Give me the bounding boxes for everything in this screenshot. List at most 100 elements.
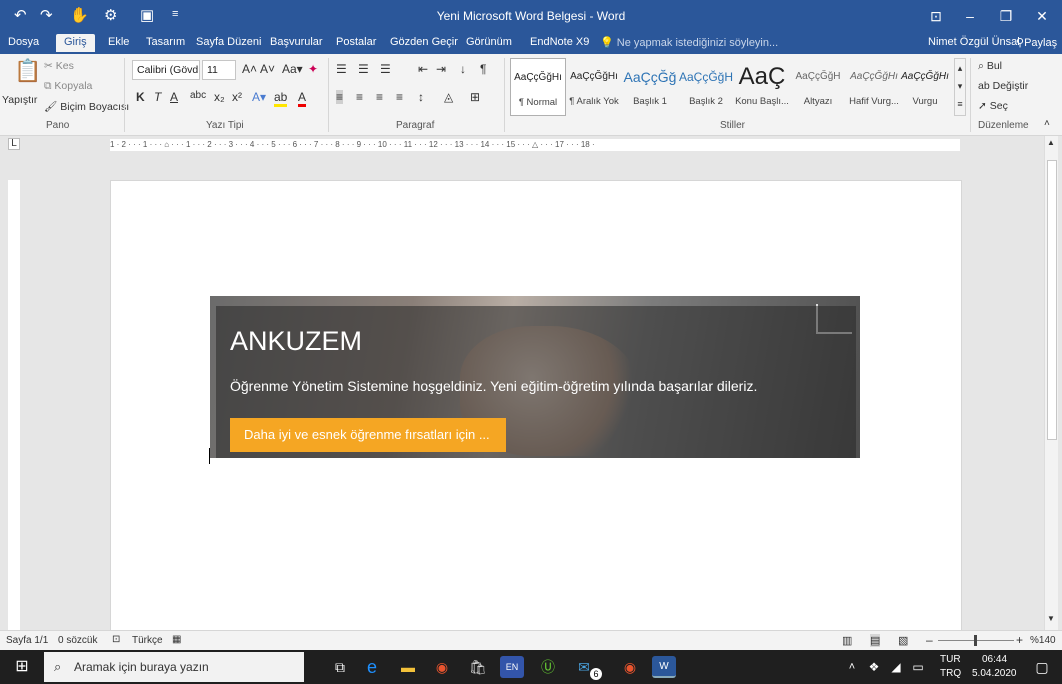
style-heading-1[interactable]: AaÇçĞğ Başlık 1: [622, 58, 678, 116]
line-spacing-icon[interactable]: ↕: [418, 90, 424, 104]
tab-view[interactable]: Görünüm: [466, 36, 512, 48]
word-count[interactable]: 0 sözcük: [58, 635, 97, 646]
replace-button[interactable]: ab Değiştir: [978, 80, 1028, 92]
print-layout-icon[interactable]: ▤: [870, 634, 881, 647]
scroll-thumb[interactable]: [1047, 160, 1057, 440]
horizontal-ruler[interactable]: L 1 · 2 · · · 1 · · · ⌂ · · · 1 · · · 2 …: [0, 136, 1062, 154]
bold-icon[interactable]: K: [136, 90, 145, 104]
zoom-level[interactable]: %140: [1030, 635, 1056, 646]
style-emphasis[interactable]: AaÇçĞğHı Vurgu: [900, 58, 950, 116]
strikethrough-icon[interactable]: abc: [190, 90, 206, 101]
grow-font-icon[interactable]: A˄: [242, 62, 257, 76]
page-count[interactable]: Sayfa 1/1: [6, 635, 48, 646]
tab-endnote[interactable]: EndNote X9: [530, 36, 589, 48]
clock-time[interactable]: 06:44: [982, 654, 1007, 665]
zoom-out-icon[interactable]: –: [926, 633, 933, 647]
endnote-icon[interactable]: EN: [500, 656, 524, 678]
input-language[interactable]: TUR: [940, 654, 961, 665]
windows-start-icon[interactable]: ⊞: [10, 656, 34, 678]
keyboard-layout[interactable]: TRQ: [940, 668, 961, 679]
increase-indent-icon[interactable]: ⇥: [436, 62, 446, 76]
macro-record-icon[interactable]: ▦: [172, 634, 181, 645]
restore-button[interactable]: ❐: [986, 0, 1026, 32]
tab-home[interactable]: Giriş: [56, 34, 95, 52]
task-view-icon[interactable]: ⧉: [328, 656, 352, 678]
dropbox-icon[interactable]: ❖: [862, 656, 886, 678]
tab-insert[interactable]: Ekle: [108, 36, 129, 48]
multilevel-list-icon[interactable]: ☰: [380, 62, 391, 76]
tab-review[interactable]: Gözden Geçir: [390, 36, 458, 48]
collapse-ribbon-icon[interactable]: ˄: [1044, 118, 1050, 129]
select-button[interactable]: ➚ Seç: [978, 100, 1008, 112]
style-no-spacing[interactable]: AaÇçĞğHı ¶ Aralık Yok: [566, 58, 622, 116]
read-mode-icon[interactable]: ▥: [842, 634, 852, 647]
find-button[interactable]: ⌕ Bul: [978, 60, 1002, 73]
style-normal[interactable]: AaÇçĞğHı ¶ Normal: [510, 58, 566, 116]
file-explorer-icon[interactable]: ▬: [396, 656, 420, 678]
language-indicator[interactable]: Türkçe: [132, 635, 163, 646]
styles-gallery-more-icon[interactable]: ▴ ▾ ≡: [954, 58, 966, 116]
shading-icon[interactable]: ◬: [444, 90, 453, 104]
show-hidden-icons[interactable]: ˄: [840, 656, 864, 678]
text-effects-icon[interactable]: A▾: [252, 90, 266, 104]
sort-icon[interactable]: ↓: [460, 62, 466, 76]
paste-button[interactable]: Yapıştır: [2, 94, 37, 106]
tab-layout[interactable]: Sayfa Düzeni: [196, 36, 261, 48]
close-button[interactable]: ✕: [1022, 0, 1062, 32]
subscript-icon[interactable]: x₂: [214, 90, 225, 104]
font-family-dropdown[interactable]: Calibri (Gövd: [132, 60, 200, 80]
align-center-icon[interactable]: ≡: [356, 90, 363, 104]
store-icon[interactable]: 🛍: [466, 656, 490, 678]
wifi-icon[interactable]: ◢: [884, 656, 908, 678]
font-size-dropdown[interactable]: 11: [202, 60, 236, 80]
decrease-indent-icon[interactable]: ⇤: [418, 62, 428, 76]
scroll-down-icon[interactable]: ▼: [1047, 614, 1055, 623]
app-u-icon[interactable]: Ⓤ: [536, 656, 560, 678]
format-painter-button[interactable]: 🖌 Biçim Boyacısı: [44, 100, 129, 113]
minimize-button[interactable]: –: [950, 0, 990, 32]
numbering-icon[interactable]: ☰: [358, 62, 369, 76]
word-taskbar-icon[interactable]: W: [652, 656, 676, 678]
style-heading-2[interactable]: AaÇçĞğH Başlık 2: [678, 58, 734, 116]
shrink-font-icon[interactable]: A˅: [260, 62, 275, 76]
tab-selector-icon[interactable]: L: [8, 138, 20, 150]
tab-mailings[interactable]: Postalar: [336, 36, 376, 48]
tab-design[interactable]: Tasarım: [146, 36, 185, 48]
chrome-icon-2[interactable]: ◉: [618, 656, 642, 678]
style-title[interactable]: AaÇ Konu Başlı...: [734, 58, 790, 116]
tab-file[interactable]: Dosya: [8, 36, 39, 48]
highlight-icon[interactable]: ab: [274, 90, 288, 107]
tell-me-box[interactable]: 💡 Ne yapmak istediğinizi söyleyin...: [600, 36, 778, 49]
edge-icon[interactable]: e: [360, 656, 384, 678]
proofing-icon[interactable]: ⊡: [112, 634, 120, 645]
underline-icon[interactable]: A: [170, 90, 178, 104]
tab-references[interactable]: Başvurular: [270, 36, 323, 48]
bullets-icon[interactable]: ☰: [336, 62, 347, 76]
justify-icon[interactable]: ≡: [396, 90, 403, 104]
borders-icon[interactable]: ⊞: [470, 90, 480, 104]
vertical-scrollbar[interactable]: ▲ ▼: [1044, 136, 1058, 630]
italic-icon[interactable]: T: [154, 90, 161, 104]
align-left-icon[interactable]: ≡: [336, 90, 344, 104]
change-case-icon[interactable]: Aa▾: [282, 62, 303, 76]
clock-date[interactable]: 5.04.2020: [972, 668, 1017, 679]
battery-icon[interactable]: ▭: [906, 656, 930, 678]
web-layout-icon[interactable]: ▧: [898, 634, 908, 647]
cut-button[interactable]: ✂ Kes: [44, 60, 74, 72]
align-right-icon[interactable]: ≡: [376, 90, 383, 104]
zoom-in-icon[interactable]: +: [1016, 633, 1023, 647]
scroll-up-icon[interactable]: ▲: [1047, 138, 1055, 147]
font-color-icon[interactable]: A: [298, 90, 307, 107]
user-name[interactable]: Nimet Özgül Ünsal: [928, 36, 1020, 48]
zoom-slider-thumb[interactable]: [974, 635, 977, 646]
superscript-icon[interactable]: x²: [232, 90, 242, 104]
style-subtle-emphasis[interactable]: AaÇçĞğHı Hafif Vurg...: [846, 58, 902, 116]
ankuzem-banner-image[interactable]: ANKUZEM Öğrenme Yönetim Sistemine hoşgel…: [210, 296, 860, 458]
taskbar-search[interactable]: ⌕ Aramak için buraya yazın: [44, 652, 304, 682]
style-subtitle[interactable]: AaÇçĞğH Altyazı: [790, 58, 846, 116]
paste-icon[interactable]: 📋: [14, 58, 41, 84]
chrome-icon[interactable]: ◉: [430, 656, 454, 678]
clear-format-icon[interactable]: ✦: [308, 62, 318, 76]
action-center-icon[interactable]: ▢: [1030, 656, 1054, 678]
show-marks-icon[interactable]: ¶: [480, 62, 486, 76]
